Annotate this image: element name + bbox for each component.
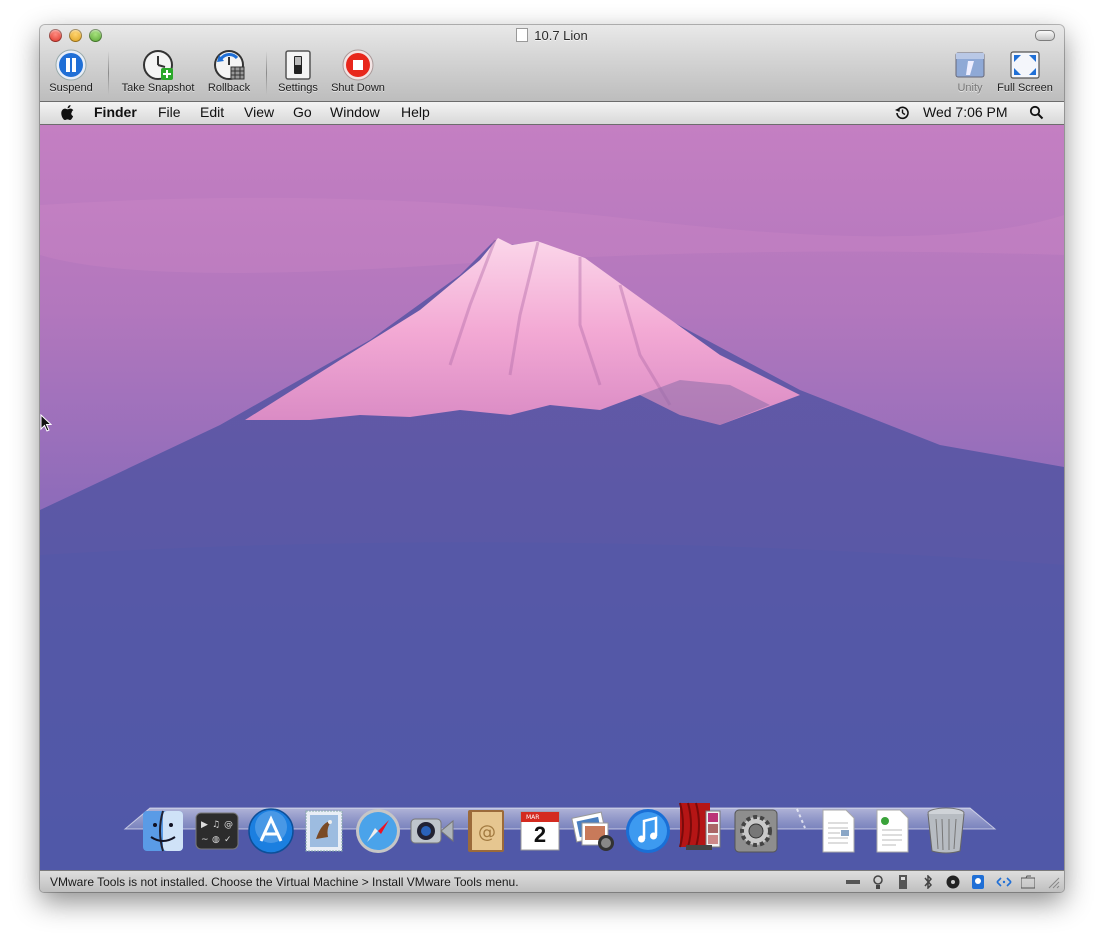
- safari-icon: [356, 809, 400, 853]
- menu-go[interactable]: Go: [293, 104, 312, 120]
- dock-safari[interactable]: [354, 807, 402, 855]
- rollback-label: Rollback: [207, 82, 251, 94]
- finder-icon: [143, 810, 183, 852]
- dock-system-preferences[interactable]: [732, 807, 780, 855]
- switch-icon: [282, 49, 314, 81]
- dock-address-book[interactable]: @: [462, 807, 510, 855]
- cd-dvd-icon[interactable]: [946, 875, 960, 889]
- window-title-text: 10.7 Lion: [534, 28, 588, 43]
- dock-document-2[interactable]: [868, 807, 916, 855]
- dock-itunes[interactable]: [624, 807, 672, 855]
- dock-photo-booth[interactable]: [678, 801, 726, 850]
- take-snapshot-button[interactable]: Take Snapshot: [118, 49, 198, 94]
- dashboard-icon: ▶ ♫ @ ~ ◍ ✓: [195, 812, 239, 850]
- dock-mail[interactable]: [300, 807, 348, 855]
- svg-text:♫: ♫: [212, 820, 220, 830]
- itunes-icon: [626, 809, 670, 853]
- stop-icon: [342, 49, 374, 81]
- ical-day: 2: [533, 822, 547, 847]
- mail-icon: [305, 810, 343, 852]
- menu-finder[interactable]: Finder: [94, 104, 137, 120]
- address-book-icon: @: [468, 810, 504, 852]
- time-machine-icon[interactable]: [894, 105, 910, 124]
- rollback-clock-icon: [213, 49, 245, 81]
- suspend-button[interactable]: Suspend: [40, 49, 111, 94]
- hard-disk-icon[interactable]: [846, 875, 860, 889]
- app-store-icon: [248, 808, 294, 854]
- svg-text:✓: ✓: [224, 835, 232, 845]
- guest-screen[interactable]: Finder File Edit View Go Window Help Wed…: [40, 102, 1064, 870]
- shut-down-button[interactable]: Shut Down: [318, 49, 398, 94]
- usb-icon[interactable]: [896, 875, 910, 889]
- status-bar: VMware Tools is not installed. Choose th…: [40, 870, 1064, 892]
- svg-text:▶: ▶: [201, 820, 208, 830]
- menu-window[interactable]: Window: [330, 104, 380, 120]
- dock-document-1[interactable]: [814, 807, 862, 855]
- suspend-label: Suspend: [49, 82, 93, 94]
- mount-fuji-wallpaper: [40, 125, 1064, 870]
- full-screen-label: Full Screen: [997, 82, 1053, 94]
- mac-menu-bar: Finder File Edit View Go Window Help Wed…: [40, 102, 1064, 125]
- document-icon: [876, 809, 909, 853]
- dock-app-store[interactable]: [247, 807, 295, 855]
- desktop-wallpaper[interactable]: ▶ ♫ @ ~ ◍ ✓ @ MAR 2: [40, 125, 1064, 870]
- status-message: VMware Tools is not installed. Choose th…: [50, 875, 519, 889]
- unity-icon: [954, 49, 986, 81]
- pause-icon: [55, 49, 87, 81]
- svg-text:◍: ◍: [212, 835, 220, 845]
- menu-edit[interactable]: Edit: [200, 104, 224, 120]
- network-icon[interactable]: [996, 875, 1012, 889]
- dock-ical[interactable]: MAR 2: [516, 807, 564, 855]
- dock-finder[interactable]: [139, 807, 187, 855]
- svg-text:~: ~: [201, 835, 209, 845]
- apple-menu-icon[interactable]: [60, 104, 74, 121]
- dock-dashboard[interactable]: ▶ ♫ @ ~ ◍ ✓: [193, 807, 241, 855]
- menu-file[interactable]: File: [158, 104, 181, 120]
- toolbar-separator: [108, 51, 109, 95]
- spotlight-icon[interactable]: [1029, 105, 1044, 123]
- ical-month: MAR: [526, 814, 540, 821]
- dock-trash[interactable]: [922, 805, 970, 854]
- camera-icon[interactable]: [871, 875, 885, 889]
- resize-grip-icon[interactable]: [1046, 875, 1060, 889]
- menu-help[interactable]: Help: [401, 104, 430, 120]
- facetime-icon: [410, 818, 454, 844]
- take-snapshot-label: Take Snapshot: [121, 82, 195, 94]
- trash-icon: [927, 807, 965, 854]
- menu-clock[interactable]: Wed 7:06 PM: [923, 104, 1008, 120]
- vm-window: 10.7 Lion Suspend Take Snapshot Rollback: [40, 25, 1064, 892]
- title-bar: 10.7 Lion Suspend Take Snapshot Rollback: [40, 25, 1064, 102]
- full-screen-button[interactable]: Full Screen: [985, 49, 1064, 94]
- photo-booth-icon: [679, 802, 721, 850]
- shut-down-label: Shut Down: [331, 82, 385, 94]
- bluetooth-icon[interactable]: [921, 874, 935, 890]
- sound-card-icon[interactable]: [971, 875, 985, 889]
- full-screen-icon: [1009, 49, 1041, 81]
- dock-facetime[interactable]: [408, 807, 456, 855]
- menu-view[interactable]: View: [244, 104, 274, 120]
- snapshot-clock-icon: [142, 49, 174, 81]
- system-preferences-icon: [734, 809, 778, 853]
- dock-iphoto[interactable]: [570, 807, 618, 855]
- iphoto-icon: [571, 811, 614, 851]
- vm-document-icon: [516, 28, 529, 42]
- toolbar-toggle-button[interactable]: [1035, 30, 1055, 41]
- rollback-button[interactable]: Rollback: [189, 49, 269, 94]
- window-title: 10.7 Lion: [40, 28, 1064, 43]
- shared-folders-icon[interactable]: [1020, 875, 1036, 889]
- document-icon: [822, 809, 855, 853]
- svg-text:@: @: [478, 822, 496, 843]
- svg-text:@: @: [224, 820, 233, 830]
- mouse-cursor-icon: [40, 413, 53, 437]
